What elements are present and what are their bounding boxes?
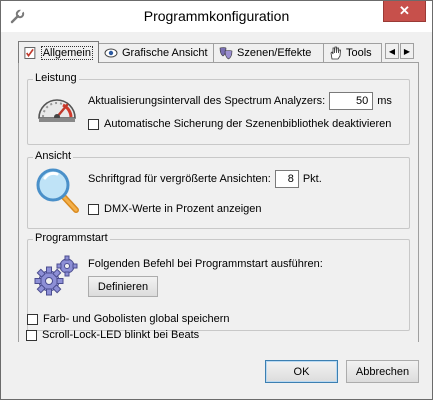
config-dialog: Programmkonfiguration ✕ Allgemein Grafis… xyxy=(0,0,433,400)
scroll-left-icon: ◀ xyxy=(388,46,396,56)
farb-gobo-checkbox[interactable] xyxy=(27,313,38,325)
fontsize-label: Schriftgrad für vergrößerte Ansichten: xyxy=(88,173,271,185)
tab-allgemein[interactable]: Allgemein xyxy=(18,41,99,63)
command-row: Folgenden Befehl bei Programmstart ausfü… xyxy=(88,258,323,270)
eye-icon xyxy=(104,48,118,58)
dmx-percent-label: DMX-Werte in Prozent anzeigen xyxy=(104,203,262,215)
theater-masks-icon xyxy=(219,47,233,60)
tab-strip: Allgemein Grafische Ansicht Szenen/Effek… xyxy=(18,41,418,63)
command-label: Folgenden Befehl bei Programmstart ausfü… xyxy=(88,258,323,270)
autosave-label: Automatische Sicherung der Szenenbibliot… xyxy=(104,118,392,130)
interval-row: Aktualisierungsintervall des Spectrum An… xyxy=(88,92,392,110)
group-leistung: Leistung Aktualisierungsintervall des Sp… xyxy=(27,72,410,145)
tab-scroll-right-button[interactable]: ▶ xyxy=(400,43,414,59)
global-option-row-1[interactable]: Farb- und Gobolisten global speichern xyxy=(27,313,230,325)
interval-unit: ms xyxy=(377,95,392,107)
close-button[interactable]: ✕ xyxy=(383,1,426,22)
group-ansicht: Ansicht Schriftgrad für vergrößerte Ansi… xyxy=(27,150,410,229)
ok-button[interactable]: OK xyxy=(265,360,338,383)
global-option-row-2[interactable]: Scroll-Lock-LED blinkt bei Beats xyxy=(26,329,199,341)
gears-icon xyxy=(34,255,78,296)
dmx-percent-checkbox[interactable] xyxy=(88,203,99,215)
fontsize-unit: Pkt. xyxy=(302,173,322,185)
tab-grafische-ansicht[interactable]: Grafische Ansicht xyxy=(98,43,214,62)
window-title: Programmkonfiguration xyxy=(143,8,290,24)
tab-tools-label: Tools xyxy=(346,47,372,59)
define-button[interactable]: Definieren xyxy=(88,276,158,297)
fontsize-row: Schriftgrad für vergrößerte Ansichten: 8… xyxy=(88,170,322,188)
fontsize-input[interactable]: 8 xyxy=(274,170,299,188)
tab-scroll-left-button[interactable]: ◀ xyxy=(385,43,399,59)
hand-tool-icon xyxy=(330,46,341,60)
dmx-row[interactable]: DMX-Werte in Prozent anzeigen xyxy=(88,203,262,215)
group-programmstart-title: Programmstart xyxy=(33,232,110,244)
interval-label: Aktualisierungsintervall des Spectrum An… xyxy=(88,95,326,107)
scroll-right-icon: ▶ xyxy=(403,46,411,56)
tab-allgemein-label: Allgemein xyxy=(40,45,93,60)
tab-tools[interactable]: Tools xyxy=(323,43,382,62)
autosave-row[interactable]: Automatische Sicherung der Szenenbibliot… xyxy=(88,118,391,130)
title-bar: Programmkonfiguration ✕ xyxy=(1,1,432,32)
tab-szenen-effekte[interactable]: Szenen/Effekte xyxy=(213,43,324,62)
checklist-icon xyxy=(24,46,36,59)
farb-gobo-label: Farb- und Gobolisten global speichern xyxy=(43,313,230,325)
scroll-lock-label: Scroll-Lock-LED blinkt bei Beats xyxy=(42,329,200,341)
tab-panel-allgemein: Leistung Aktualisierungsintervall des Sp… xyxy=(18,62,419,342)
tab-grafische-ansicht-label: Grafische Ansicht xyxy=(122,47,208,59)
group-ansicht-title: Ansicht xyxy=(33,150,74,162)
autosave-checkbox[interactable] xyxy=(88,118,99,130)
gauge-icon xyxy=(38,99,76,122)
interval-input[interactable]: 50 xyxy=(329,92,374,110)
close-icon: ✕ xyxy=(399,3,410,18)
group-leistung-title: Leistung xyxy=(33,72,79,84)
scroll-lock-checkbox[interactable] xyxy=(26,329,37,341)
cancel-button[interactable]: Abbrechen xyxy=(346,360,419,383)
magnifier-icon xyxy=(36,168,79,213)
tab-szenen-effekte-label: Szenen/Effekte xyxy=(237,47,312,59)
dialog-body: Allgemein Grafische Ansicht Szenen/Effek… xyxy=(1,32,432,399)
